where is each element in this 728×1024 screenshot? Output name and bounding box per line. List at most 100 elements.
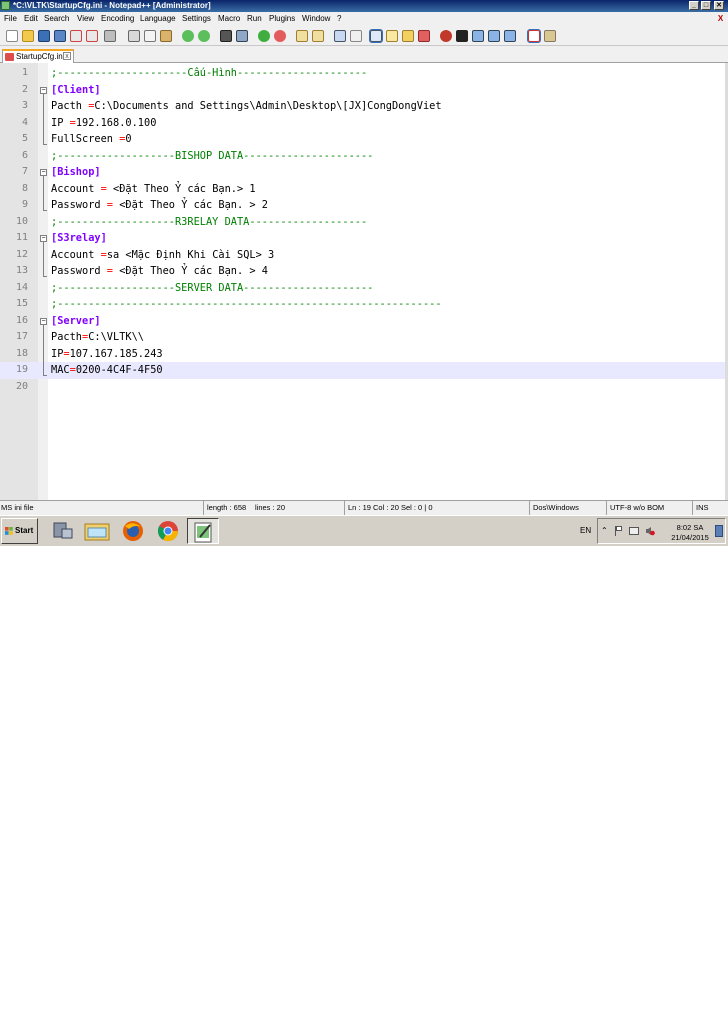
play-macro-icon[interactable] <box>472 30 484 42</box>
maximize-button[interactable]: □ <box>701 1 711 10</box>
zoom-out-icon[interactable] <box>274 30 286 42</box>
menu-run[interactable]: Run <box>247 12 262 26</box>
menu-view[interactable]: View <box>77 12 94 26</box>
tray-expand-icon[interactable]: ⌃ <box>601 526 608 535</box>
close-icon[interactable] <box>70 30 82 42</box>
close-document-button[interactable]: X <box>716 13 725 24</box>
stop-macro-icon[interactable] <box>456 30 468 42</box>
doc-map-icon[interactable] <box>402 30 414 42</box>
minimize-button[interactable]: _ <box>689 1 699 10</box>
record-macro-icon[interactable] <box>440 30 452 42</box>
user-lang-icon[interactable] <box>386 30 398 42</box>
code-line[interactable]: 15 ;-------------------------------------… <box>0 296 725 313</box>
code-line[interactable]: 1 ;---------------------Cấu-Hình---------… <box>0 65 725 82</box>
code-line[interactable]: 3 Pacth =C:\Documents and Settings\Admin\… <box>0 98 725 115</box>
status-bar: MS ini file length : 658 lines : 20 Ln :… <box>0 500 728 515</box>
network-icon[interactable] <box>629 527 639 535</box>
tab-close-icon[interactable]: x <box>63 52 71 60</box>
print-icon[interactable] <box>104 30 116 42</box>
cut-icon[interactable] <box>128 30 140 42</box>
sync-h-icon[interactable] <box>312 30 324 42</box>
notepad-plus-plus-icon[interactable] <box>187 518 219 544</box>
code-line[interactable]: 16 [Server] <box>0 313 725 330</box>
chrome-icon[interactable] <box>152 518 184 544</box>
fold-line <box>43 176 44 210</box>
code-line[interactable]: 6 ;-------------------BISHOP DATA--------… <box>0 148 725 165</box>
code-line[interactable]: 5 FullScreen =0 <box>0 131 725 148</box>
title-bar: *C:\VLTK\StartupCfg.ini - Notepad++ [Adm… <box>0 0 728 12</box>
menu-window[interactable]: Window <box>302 12 330 26</box>
function-list-icon[interactable] <box>418 30 430 42</box>
code-line[interactable]: 10 ;-------------------R3RELAY DATA------… <box>0 214 725 231</box>
open-file-icon[interactable] <box>22 30 34 42</box>
code-line[interactable]: 14 ;-------------------SERVER DATA-------… <box>0 280 725 297</box>
replace-icon[interactable] <box>236 30 248 42</box>
close-all-icon[interactable] <box>86 30 98 42</box>
show-desktop-button[interactable] <box>715 525 723 537</box>
status-file-type: MS ini file <box>1 503 34 512</box>
menu-search[interactable]: Search <box>44 12 69 26</box>
fold-end-mark <box>43 276 47 277</box>
code-line[interactable]: 2 [Client] <box>0 82 725 99</box>
save-macro-icon[interactable] <box>504 30 516 42</box>
spell-hl-icon[interactable] <box>544 30 556 42</box>
line-text: Password = <Đặt Theo Ỷ các Bạn. > 4 <box>51 263 268 280</box>
editor[interactable]: 1 ;---------------------Cấu-Hình---------… <box>0 63 728 500</box>
code-line[interactable]: 17 Pacth=C:\VLTK\\ <box>0 329 725 346</box>
server-manager-icon[interactable] <box>46 518 78 544</box>
line-number: 16 <box>15 314 28 326</box>
code-line[interactable]: 7 [Bishop] <box>0 164 725 181</box>
token-section: [S3relay] <box>51 232 107 244</box>
menu-language[interactable]: Language <box>140 12 176 26</box>
menu-file[interactable]: File <box>4 12 17 26</box>
close-button[interactable]: ✕ <box>714 1 724 10</box>
redo-icon[interactable] <box>198 30 210 42</box>
menu-help[interactable]: ? <box>337 12 341 26</box>
find-icon[interactable] <box>220 30 232 42</box>
menu-encoding[interactable]: Encoding <box>101 12 134 26</box>
notepad-plus-plus-icon <box>1 1 10 10</box>
line-text: ;-------------------SERVER DATA---------… <box>51 280 373 297</box>
run-macro-multi-icon[interactable] <box>488 30 500 42</box>
code-line[interactable]: 13 Password = <Đặt Theo Ỷ các Bạn. > 4 <box>0 263 725 280</box>
code-line[interactable]: 8 Account = <Đặt Theo Ỷ các Bạn.> 1 <box>0 181 725 198</box>
action-center-flag-icon[interactable] <box>615 526 624 536</box>
zoom-in-icon[interactable] <box>258 30 270 42</box>
code-line[interactable]: 18 IP=107.167.185.243 <box>0 346 725 363</box>
new-file-icon[interactable] <box>6 30 18 42</box>
save-all-icon[interactable] <box>54 30 66 42</box>
sync-v-icon[interactable] <box>296 30 308 42</box>
code-line[interactable]: 20 <box>0 379 725 396</box>
code-line[interactable]: 4 IP =192.168.0.100 <box>0 115 725 132</box>
wrap-icon[interactable] <box>334 30 346 42</box>
save-icon[interactable] <box>38 30 50 42</box>
code-line[interactable]: 11 [S3relay] <box>0 230 725 247</box>
menu-settings[interactable]: Settings <box>182 12 211 26</box>
all-chars-icon[interactable] <box>350 30 362 42</box>
line-number: 19 <box>15 364 28 375</box>
fold-toggle-icon[interactable]: − <box>40 317 47 325</box>
paste-icon[interactable] <box>160 30 172 42</box>
file-explorer-icon[interactable] <box>81 518 113 544</box>
indent-guide-icon[interactable] <box>369 29 383 43</box>
menu-plugins[interactable]: Plugins <box>269 12 295 26</box>
code-line[interactable]: 19 MAC=0200-4C4F-4F50 <box>0 362 725 379</box>
copy-icon[interactable] <box>144 30 156 42</box>
spell-check-icon[interactable] <box>527 29 541 43</box>
start-button[interactable]: Start <box>1 518 38 544</box>
input-language[interactable]: EN <box>580 516 591 545</box>
firefox-icon[interactable] <box>117 518 149 544</box>
token-val: C:\VLTK\\ <box>88 331 144 343</box>
speaker-muted-icon[interactable] <box>645 526 655 536</box>
code-line[interactable]: 12 Account =sa <Mặc Định Khi Cài SQL> 3 <box>0 247 725 264</box>
clock[interactable]: 8:02 SA 21/04/2015 <box>668 523 712 543</box>
tab-startupcfg[interactable]: StartupCfg.ini x <box>2 49 74 63</box>
code-line[interactable]: 9 Password = <Đặt Theo Ỷ các Bạn. > 2 <box>0 197 725 214</box>
fold-toggle-icon[interactable]: − <box>40 235 47 242</box>
line-text: MAC=0200-4C4F-4F50 <box>51 362 163 379</box>
menu-macro[interactable]: Macro <box>218 12 240 26</box>
fold-toggle-icon[interactable]: − <box>40 169 47 176</box>
fold-toggle-icon[interactable]: − <box>40 86 47 94</box>
undo-icon[interactable] <box>182 30 194 42</box>
menu-edit[interactable]: Edit <box>24 12 38 26</box>
